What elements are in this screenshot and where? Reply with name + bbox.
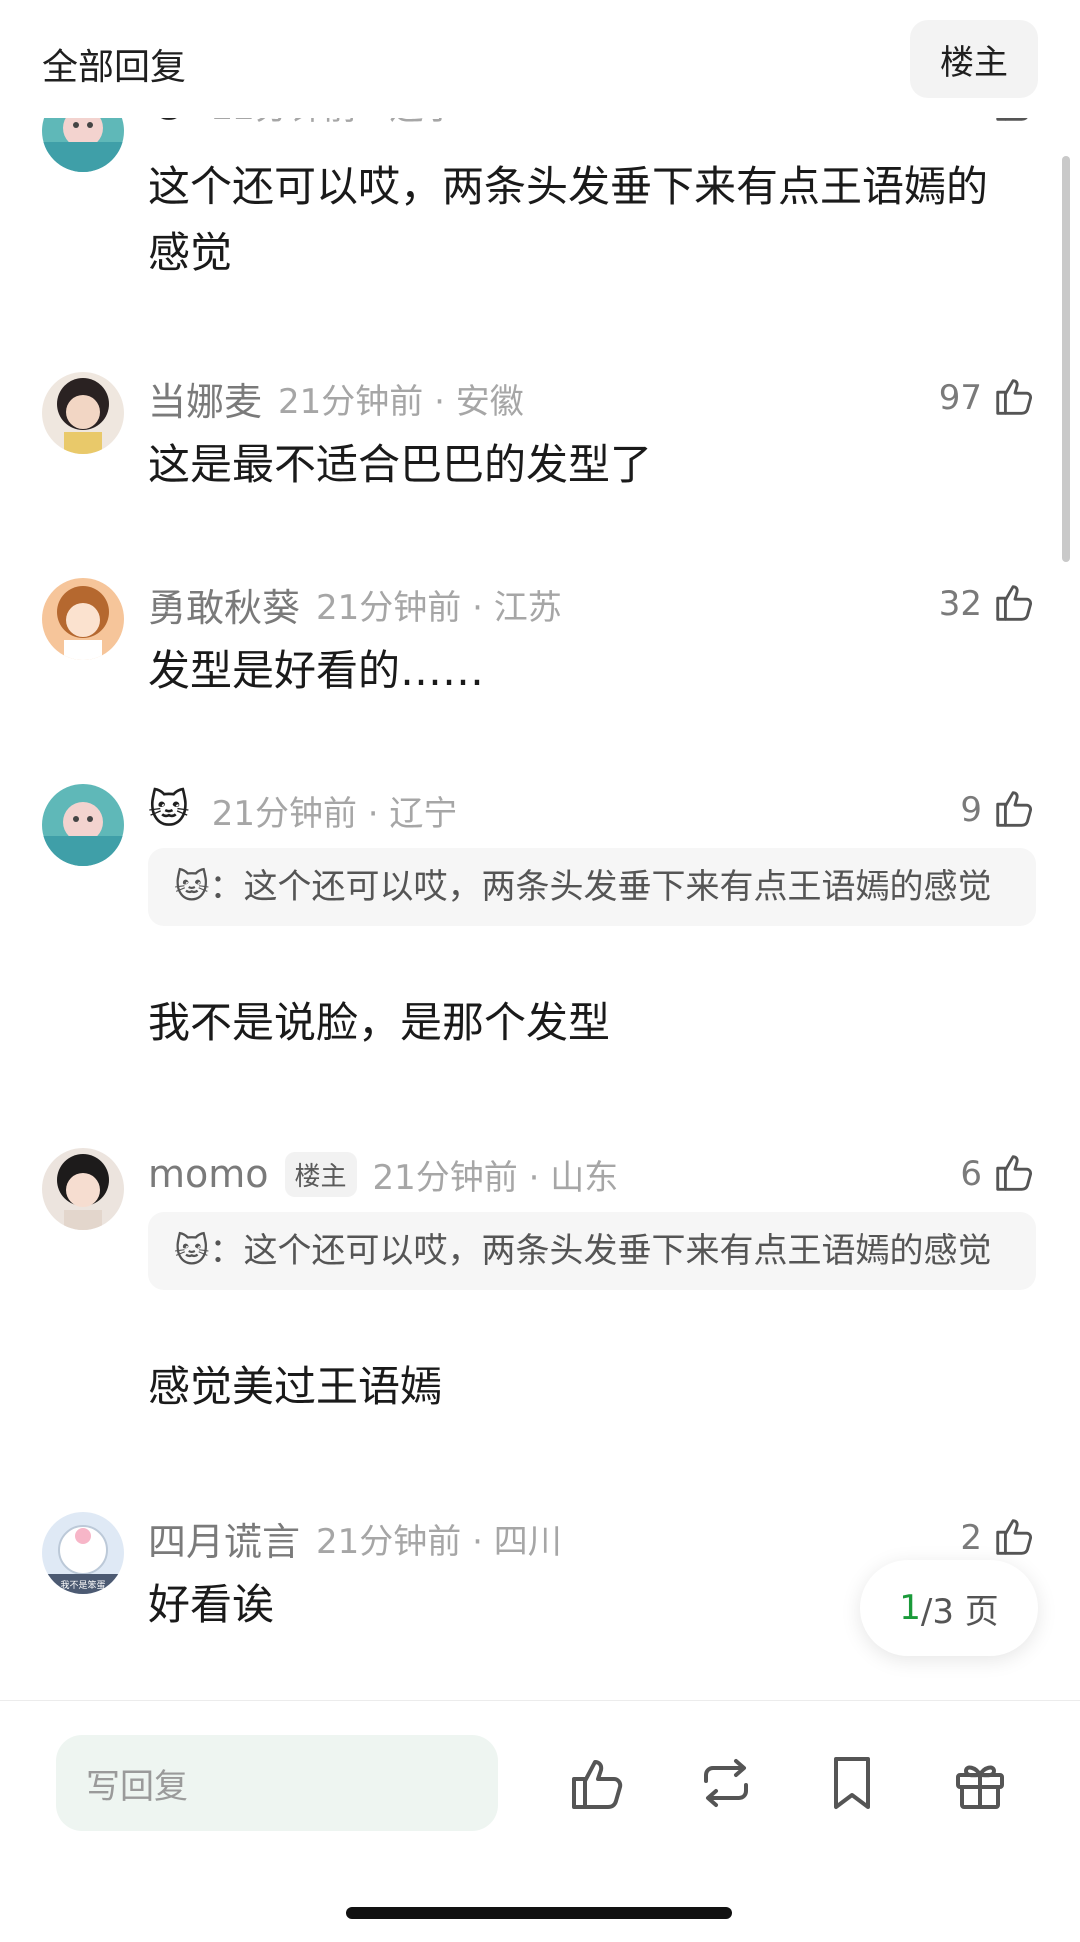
nickname[interactable]: 当娜麦 xyxy=(148,371,262,426)
nickname-emoji[interactable]: 🐱 xyxy=(148,787,190,833)
reply-input[interactable]: 写回复 xyxy=(56,1735,498,1831)
like-count: 97 xyxy=(938,378,982,418)
comment-time: 21分钟前 · 江苏 xyxy=(316,587,562,628)
thumbs-up-icon xyxy=(992,579,1038,629)
like-button[interactable]: 9 xyxy=(960,780,1038,840)
quote-text: ：这个还可以哎，两条头发垂下来有点王语嫣的感觉 xyxy=(209,1231,992,1271)
quote-emoji: 🐱 xyxy=(174,867,210,907)
bookmark-icon[interactable] xyxy=(820,1751,884,1815)
quote-text: ：这个还可以哎，两条头发垂下来有点王语嫣的感觉 xyxy=(209,867,992,907)
comment-content: 这个还可以哎，两条头发垂下来有点王语嫣的感觉 xyxy=(148,162,989,277)
nickname[interactable]: 四月谎言 xyxy=(148,1511,300,1566)
gift-icon[interactable] xyxy=(948,1751,1012,1815)
avatar[interactable] xyxy=(42,372,124,454)
comment-meta: 勇敢秋葵 21分钟前 · 江苏 xyxy=(148,574,562,634)
op-only-button[interactable]: 楼主 xyxy=(910,20,1038,98)
avatar[interactable] xyxy=(42,1148,124,1230)
op-tag: 楼主 xyxy=(284,1151,357,1197)
page-indicator[interactable]: 1/3 页 xyxy=(860,1560,1038,1656)
page-title: 全部回复 xyxy=(42,47,187,88)
quote-emoji: 🐱 xyxy=(174,1231,210,1271)
like-button[interactable]: 32 xyxy=(939,574,1038,634)
comment-list[interactable]: 🐱 22分钟前 · 辽宁 6 这个还可以哎，两条头发垂下来有点王语嫣的感觉 当娜… xyxy=(0,0,1080,1700)
bottom-bar: 写回复 xyxy=(0,1700,1080,1942)
thumbs-up-icon xyxy=(992,785,1038,835)
quoted-reply[interactable]: 🐱：这个还可以哎，两条头发垂下来有点王语嫣的感觉 xyxy=(148,848,1036,926)
comment-time: 21分钟前 · 山东 xyxy=(372,1157,619,1198)
comment-meta: 当娜麦 21分钟前 · 安徽 xyxy=(148,368,524,428)
like-count: 6 xyxy=(960,1154,982,1194)
nickname[interactable]: 勇敢秋葵 xyxy=(148,577,300,632)
page-total: /3 页 xyxy=(920,1591,999,1632)
thumbs-up-icon xyxy=(992,1149,1038,1199)
like-count: 2 xyxy=(960,1518,982,1558)
header: 全部回复 楼主 xyxy=(0,0,1080,118)
comment-meta: 🐱 21分钟前 · 辽宁 xyxy=(148,780,457,840)
quoted-reply[interactable]: 🐱：这个还可以哎，两条头发垂下来有点王语嫣的感觉 xyxy=(148,1212,1036,1290)
like-button[interactable]: 97 xyxy=(939,368,1038,428)
comment-meta: 四月谎言 21分钟前 · 四川 xyxy=(148,1508,562,1568)
avatar-caption: 我不是笨蛋 xyxy=(60,1579,105,1591)
comment-time: 21分钟前 · 四川 xyxy=(316,1521,562,1562)
scrollbar[interactable] xyxy=(1062,156,1070,562)
avatar[interactable]: 我不是笨蛋 xyxy=(42,1512,124,1594)
like-count: 32 xyxy=(938,584,982,624)
comment-content: 这是最不适合巴巴的发型了 xyxy=(148,440,653,489)
nickname[interactable]: momo xyxy=(148,1152,269,1196)
like-count: 9 xyxy=(960,790,982,830)
avatar[interactable] xyxy=(42,578,124,660)
comment-content: 我不是说脸，是那个发型 xyxy=(148,998,611,1047)
home-indicator[interactable] xyxy=(346,1907,732,1919)
thumbs-up-icon xyxy=(992,373,1038,423)
comment-content: 感觉美过王语嫣 xyxy=(148,1362,443,1411)
comment-meta: momo 楼主 21分钟前 · 山东 xyxy=(148,1144,618,1204)
thumbs-up-icon xyxy=(992,1513,1038,1563)
comment-time: 21分钟前 · 安徽 xyxy=(278,381,524,422)
like-button[interactable]: 6 xyxy=(960,1144,1038,1204)
avatar[interactable] xyxy=(42,784,124,866)
like-button[interactable]: 2 xyxy=(960,1508,1038,1568)
repost-icon[interactable] xyxy=(694,1751,758,1815)
thumbs-up-icon[interactable] xyxy=(566,1751,630,1815)
comment-time: 21分钟前 · 辽宁 xyxy=(211,793,458,834)
current-page: 1 xyxy=(899,1588,921,1628)
comment-content: 发型是好看的…… xyxy=(148,646,485,695)
